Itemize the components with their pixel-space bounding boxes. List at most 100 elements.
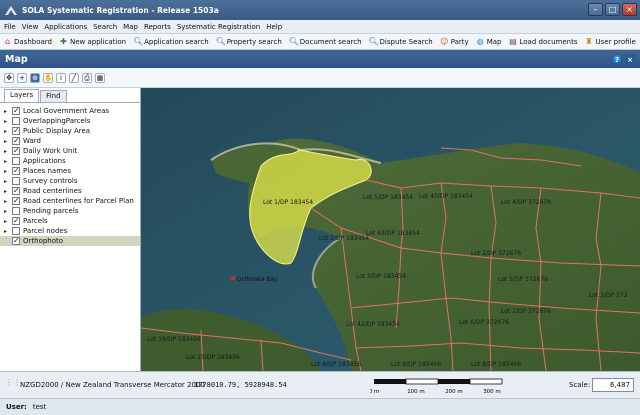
orthophoto-map[interactable]: Orthoaka Bay Lot 1/DP 183454 Lot 5/DP 183… — [141, 88, 640, 371]
layer-item[interactable]: ▸ Pending parcels — [0, 206, 140, 216]
layer-item[interactable]: ▸ Survey controls — [0, 176, 140, 186]
expand-arrow-icon[interactable]: ▸ — [4, 158, 12, 165]
scale-segment — [405, 378, 439, 385]
layer-checkbox[interactable] — [12, 207, 20, 215]
layer-checkbox[interactable] — [12, 106, 20, 115]
toolbar-load-documents-button[interactable]: ▤ Load documents — [508, 37, 577, 46]
layer-checkbox[interactable] — [12, 177, 20, 185]
toolbar-document-search-button[interactable]: 🔍︎ Document search — [289, 37, 362, 46]
layer-item[interactable]: ▸ Daily Work Unit — [0, 146, 140, 156]
toolbar-label: Party — [450, 37, 469, 46]
parcel-label: Lot 15/DP 183456 — [186, 354, 240, 361]
pan-tool-icon[interactable]: ✥ — [4, 72, 14, 83]
toolbar-label: Property search — [226, 37, 282, 46]
expand-arrow-icon[interactable]: ▸ — [4, 218, 12, 225]
layer-item[interactable]: ▸ Local Government Areas — [0, 106, 140, 116]
toolbar-label: Document search — [299, 37, 362, 46]
layer-item[interactable]: ▸ Parcels — [0, 216, 140, 226]
expand-arrow-icon[interactable]: ▸ — [4, 228, 12, 235]
measure-tool-icon[interactable]: ╱ — [69, 72, 79, 83]
menu-help[interactable]: Help — [266, 23, 282, 31]
toolbar-property-search-button[interactable]: 🔍︎ Property search — [216, 37, 282, 46]
scale-input[interactable]: 6,487 — [592, 378, 634, 392]
layer-checkbox[interactable] — [12, 236, 20, 245]
layer-item[interactable]: ▸ Parcel nodes — [0, 226, 140, 236]
parcel-label: Lot 42/DP 183454 — [346, 321, 400, 328]
toolbar-dispute-search-button[interactable]: 🔍︎ Dispute Search — [369, 37, 433, 46]
zoom-extent-icon[interactable]: ⊕ — [30, 72, 40, 83]
layer-item[interactable]: ▸ Road centerlines for Parcel Plan — [0, 196, 140, 206]
toolbar-label: Load documents — [519, 37, 578, 46]
toolbar-label: Dashboard — [14, 37, 52, 46]
menu-map[interactable]: Map — [123, 23, 138, 31]
expand-arrow-icon[interactable]: ▸ — [4, 188, 12, 195]
tab-find[interactable]: Find — [40, 90, 67, 102]
layer-name: Public Display Area — [23, 127, 91, 135]
layer-checkbox[interactable] — [12, 136, 20, 145]
layer-checkbox[interactable] — [12, 146, 20, 155]
layer-checkbox[interactable] — [12, 126, 20, 135]
parcel-label: Lot 5/DP 372676 — [498, 276, 548, 283]
toolbar-application-search-button[interactable]: 🔍︎ Application search — [133, 37, 209, 46]
close-panel-button[interactable]: × — [625, 54, 635, 64]
layer-checkbox[interactable] — [12, 157, 20, 165]
expand-arrow-icon[interactable]: ▸ — [4, 168, 12, 175]
layer-checkbox[interactable] — [12, 186, 20, 195]
layer-checkbox[interactable] — [12, 166, 20, 175]
menu-search[interactable]: Search — [93, 23, 117, 31]
expand-arrow-icon[interactable]: ▸ — [4, 208, 12, 215]
menu-systematic-registration[interactable]: Systematic Registration — [177, 23, 260, 31]
layer-checkbox[interactable] — [12, 216, 20, 225]
menu-applications[interactable]: Applications — [44, 23, 87, 31]
menu-reports[interactable]: Reports — [144, 23, 171, 31]
print-icon[interactable]: ⎙ — [82, 72, 92, 83]
layer-item[interactable]: ▸ Road centerlines — [0, 186, 140, 196]
coordinate-readout: 1778010.79, 5928948.54 — [194, 381, 287, 389]
layer-item[interactable]: ▸ OverlappingParcels — [0, 116, 140, 126]
help-button[interactable]: ? — [612, 54, 622, 64]
hand-tool-icon[interactable]: ✋ — [43, 72, 53, 83]
layer-item[interactable]: ▸ Public Display Area — [0, 126, 140, 136]
expand-arrow-icon[interactable]: ▸ — [4, 198, 12, 205]
map-view[interactable]: Orthoaka Bay Lot 1/DP 183454 Lot 5/DP 183… — [141, 88, 640, 371]
layer-item[interactable]: Orthophoto — [0, 236, 140, 246]
info-tool-icon[interactable]: i — [56, 72, 66, 83]
tab-layers[interactable]: Layers — [4, 89, 40, 102]
layer-name: Road centerlines for Parcel Plan — [23, 197, 134, 205]
layer-checkbox[interactable] — [12, 196, 20, 205]
expand-arrow-icon[interactable]: ▸ — [4, 148, 12, 155]
expand-arrow-icon[interactable]: ▸ — [4, 108, 12, 115]
toolbar-new-application-button[interactable]: ✚ New application — [59, 37, 126, 46]
main-toolbar: ⌂ Dashboard ✚ New application 🔍︎ Application … — [0, 34, 640, 50]
toolbar-label: User profile — [595, 37, 636, 46]
menu-bar: File View Applications Search Map Report… — [0, 20, 640, 34]
layer-name: Parcel nodes — [23, 227, 68, 235]
close-window-button[interactable]: × — [622, 3, 637, 16]
expand-arrow-icon[interactable]: ▸ — [4, 178, 12, 185]
scale-segment — [469, 378, 503, 385]
search-icon: 🔍︎ — [215, 37, 226, 46]
minimize-button[interactable]: – — [588, 3, 603, 16]
layer-item[interactable]: ▸ Ward — [0, 136, 140, 146]
expand-arrow-icon[interactable]: ▸ — [4, 128, 12, 135]
parcel-label: Lot 8/DP 183456 — [471, 361, 521, 368]
toolbar-dashboard-button[interactable]: ⌂ Dashboard — [3, 37, 52, 46]
toolbar-map-button[interactable]: ◍ Map — [476, 37, 502, 46]
layer-item[interactable]: ▸ Applications — [0, 156, 140, 166]
map-toolbar: ✥ + ⊕ ✋ i ╱ ⎙ ▦ — [0, 68, 640, 88]
menu-file[interactable]: File — [4, 23, 16, 31]
place-marker — [231, 276, 235, 280]
expand-arrow-icon[interactable]: ▸ — [4, 118, 12, 125]
layer-item[interactable]: ▸ Places names — [0, 166, 140, 176]
layer-checkbox[interactable] — [12, 117, 20, 125]
menu-view[interactable]: View — [22, 23, 39, 31]
user-name: test — [32, 403, 47, 411]
zoom-in-icon[interactable]: + — [17, 72, 27, 83]
maximize-button[interactable]: □ — [605, 3, 620, 16]
search-icon: 🔍︎ — [288, 37, 299, 46]
expand-arrow-icon[interactable]: ▸ — [4, 138, 12, 145]
layers-export-icon[interactable]: ▦ — [95, 72, 105, 83]
toolbar-user-profile-button[interactable]: ♜ User profile — [584, 37, 635, 46]
layer-checkbox[interactable] — [12, 227, 20, 235]
toolbar-party-button[interactable]: ☺ Party — [440, 37, 469, 46]
